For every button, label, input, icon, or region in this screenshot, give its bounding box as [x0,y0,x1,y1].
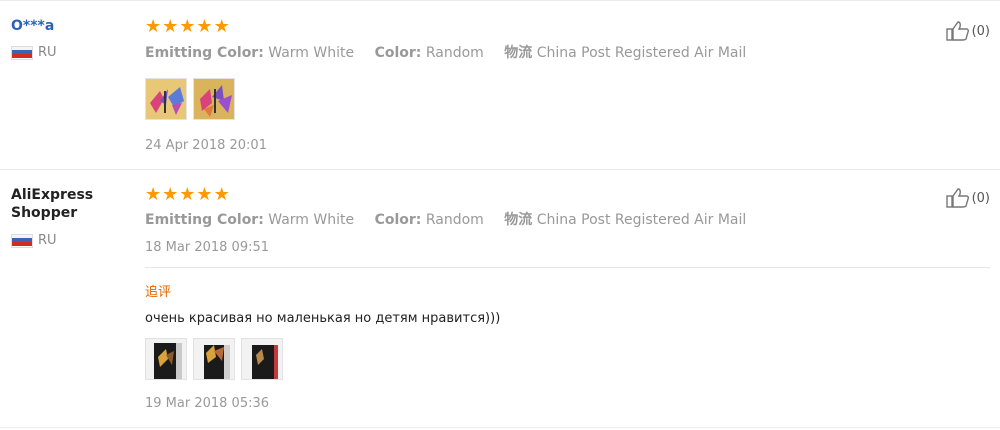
russia-flag-icon [11,233,33,248]
followup-photo[interactable] [193,338,235,380]
star-icon: ★ [162,16,179,37]
country-code: RU [38,45,57,60]
country-code: RU [38,233,57,248]
followup-photo[interactable] [145,338,187,380]
followup-photos [145,338,283,380]
attr-key: Emitting Color: [145,45,264,61]
helpful-count: (0) [971,190,990,206]
review-date: 18 Mar 2018 09:51 [145,240,270,255]
attr-value: Warm White [268,45,355,61]
order-attributes: Emitting Color: Warm White Color: Random… [145,209,746,229]
star-icon: ★ [196,184,213,205]
attr-key: Emitting Color: [145,212,264,228]
thumbs-up-icon [945,188,969,208]
followup-label: 追评 [145,285,172,300]
review-item: AliExpress Shopper RU ★ ★ ★ ★ ★ Emitting… [0,170,1000,428]
star-icon: ★ [179,184,196,205]
star-rating: ★ ★ ★ ★ ★ [145,186,230,204]
star-icon: ★ [162,184,179,205]
review-photos [145,78,235,120]
attr-value: China Post Registered Air Mail [536,45,747,61]
star-icon: ★ [145,184,162,205]
star-icon: ★ [196,16,213,37]
reviewer-name: AliExpress Shopper [11,187,94,221]
helpful-button[interactable]: (0) [945,187,990,209]
reviewer-country: RU [11,233,57,248]
review-photo[interactable] [145,78,187,120]
review-item: O***a RU ★ ★ ★ ★ ★ Emitting Color: Warm … [0,0,1000,170]
star-icon: ★ [145,16,162,37]
russia-flag-icon [11,45,33,60]
reviewer-name[interactable]: O***a [11,17,54,35]
attr-value: Warm White [268,212,355,228]
followup-text: очень красивая но маленькая но детям нра… [145,311,501,326]
helpful-button[interactable]: (0) [945,20,990,42]
attr-value: Random [425,45,484,61]
followup-date: 19 Mar 2018 05:36 [145,396,270,411]
order-attributes: Emitting Color: Warm White Color: Random… [145,42,746,62]
star-icon: ★ [213,184,230,205]
star-rating: ★ ★ ★ ★ ★ [145,18,230,36]
helpful-count: (0) [971,23,990,39]
attr-key: 物流 [504,212,533,228]
followup-photo[interactable] [241,338,283,380]
attr-value: Random [425,212,484,228]
review-date: 24 Apr 2018 20:01 [145,138,267,153]
attr-key: Color: [374,45,422,61]
attr-key: Color: [374,212,422,228]
attr-key: 物流 [504,45,533,61]
star-icon: ★ [179,16,196,37]
attr-value: China Post Registered Air Mail [536,212,747,228]
reviewer-country: RU [11,45,57,60]
star-icon: ★ [213,16,230,37]
followup-divider [145,267,990,268]
review-photo[interactable] [193,78,235,120]
thumbs-up-icon [945,21,969,41]
